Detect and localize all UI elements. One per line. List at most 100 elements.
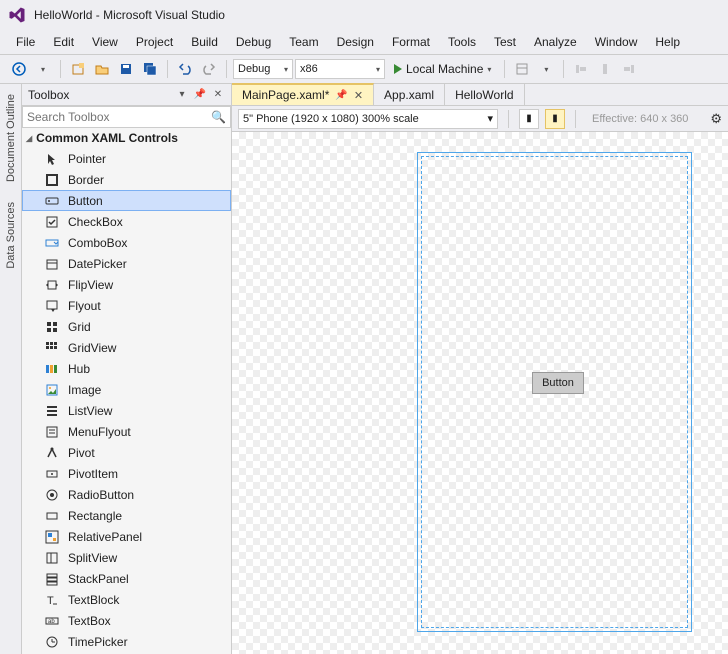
toolbox-item-listview[interactable]: ListView: [22, 400, 231, 421]
menu-format[interactable]: Format: [384, 32, 438, 52]
textblock-icon: T: [44, 592, 60, 608]
side-tab-data-sources[interactable]: Data Sources: [5, 198, 17, 273]
svg-text:T: T: [47, 595, 54, 607]
toolbox-category-label: Common XAML Controls: [36, 131, 178, 145]
save-button[interactable]: [115, 58, 137, 80]
run-button[interactable]: Local Machine ▾: [387, 58, 498, 80]
menu-test[interactable]: Test: [486, 32, 524, 52]
menu-analyze[interactable]: Analyze: [526, 32, 585, 52]
properties-button[interactable]: [511, 58, 533, 80]
toolbox-item-combobox[interactable]: ComboBox: [22, 232, 231, 253]
tab-label: MainPage.xaml*: [242, 88, 329, 102]
toolbox-item-timepicker[interactable]: TimePicker: [22, 631, 231, 652]
search-icon[interactable]: 🔍: [211, 110, 226, 124]
toolbox-item-radiobutton[interactable]: RadioButton: [22, 484, 231, 505]
nav-fwd-button[interactable]: ▾: [32, 58, 54, 80]
toolbox-item-rectangle[interactable]: Rectangle: [22, 505, 231, 526]
device-preview-combo[interactable]: 5" Phone (1920 x 1080) 300% scale ▾: [238, 109, 498, 129]
pin-icon[interactable]: 📌: [193, 88, 207, 102]
close-icon[interactable]: ✕: [354, 89, 363, 102]
align-left-button[interactable]: [570, 58, 592, 80]
toolbox-search-input[interactable]: [27, 110, 211, 124]
designer-area: MainPage.xaml* 📌 ✕ App.xaml HelloWorld 5…: [232, 84, 728, 654]
button-icon: [44, 193, 60, 209]
settings-gear-icon[interactable]: ⚙: [710, 111, 722, 127]
orientation-portrait-button[interactable]: ▮: [519, 109, 539, 129]
caret-icon[interactable]: ▾: [535, 58, 557, 80]
toolbox-item-pivotitem[interactable]: PivotItem: [22, 463, 231, 484]
menu-view[interactable]: View: [84, 32, 126, 52]
toolbox-item-button[interactable]: Button: [22, 190, 231, 211]
toolbox-item-label: ListView: [68, 404, 112, 418]
toolbox-item-label: Button: [68, 194, 103, 208]
toolbox-item-hub[interactable]: Hub: [22, 358, 231, 379]
expand-icon: ◢: [26, 134, 32, 143]
pin-icon[interactable]: 📌: [335, 90, 347, 101]
separator: [504, 60, 505, 78]
splitview-icon: [44, 550, 60, 566]
toolbox-item-border[interactable]: Border: [22, 169, 231, 190]
platform-combo-label: x86: [300, 63, 318, 75]
align-right-button[interactable]: [618, 58, 640, 80]
tab-helloworld[interactable]: HelloWorld: [445, 84, 524, 105]
save-all-button[interactable]: [139, 58, 161, 80]
toolbox-item-flipview[interactable]: FlipView: [22, 274, 231, 295]
toolbox-item-label: RelativePanel: [68, 530, 142, 544]
toolbox-item-relativepanel[interactable]: RelativePanel: [22, 526, 231, 547]
toolbox-item-label: Flyout: [68, 299, 101, 313]
toolbox-item-pointer[interactable]: Pointer: [22, 148, 231, 169]
menu-build[interactable]: Build: [183, 32, 226, 52]
separator: [226, 60, 227, 78]
toolbox-item-textblock[interactable]: T TextBlock: [22, 589, 231, 610]
vs-logo-icon: [8, 6, 26, 24]
toolbox-item-stackpanel[interactable]: StackPanel: [22, 568, 231, 589]
config-combo[interactable]: Debug▾: [233, 59, 293, 79]
toolbox-search[interactable]: 🔍: [22, 106, 231, 128]
gridview-icon: [44, 340, 60, 356]
side-tab-document-outline[interactable]: Document Outline: [5, 90, 17, 186]
orientation-landscape-button[interactable]: ▮: [545, 109, 565, 129]
menu-team[interactable]: Team: [281, 32, 326, 52]
toolbox-item-datepicker[interactable]: DatePicker: [22, 253, 231, 274]
toolbox-item-grid[interactable]: Grid: [22, 316, 231, 337]
design-canvas[interactable]: Button: [232, 132, 728, 654]
toolbox-item-label: FlipView: [68, 278, 113, 292]
textbox-icon: ab: [44, 613, 60, 629]
toolbox-item-splitview[interactable]: SplitView: [22, 547, 231, 568]
nav-back-button[interactable]: [8, 58, 30, 80]
align-center-button[interactable]: [594, 58, 616, 80]
menu-help[interactable]: Help: [647, 32, 688, 52]
image-icon: [44, 382, 60, 398]
new-project-button[interactable]: [67, 58, 89, 80]
undo-button[interactable]: [174, 58, 196, 80]
toolbox-item-menuflyout[interactable]: MenuFlyout: [22, 421, 231, 442]
toolbox-item-label: PivotItem: [68, 467, 118, 481]
platform-combo[interactable]: x86▾: [295, 59, 385, 79]
toolbox-item-pivot[interactable]: Pivot: [22, 442, 231, 463]
document-tabs: MainPage.xaml* 📌 ✕ App.xaml HelloWorld: [232, 84, 728, 106]
tab-appxaml[interactable]: App.xaml: [374, 84, 445, 105]
tab-mainpage[interactable]: MainPage.xaml* 📌 ✕: [232, 83, 374, 105]
title-bar: HelloWorld - Microsoft Visual Studio: [0, 0, 728, 30]
toolbox-item-image[interactable]: Image: [22, 379, 231, 400]
toolbox-item-gridview[interactable]: GridView: [22, 337, 231, 358]
close-icon[interactable]: ✕: [211, 88, 225, 102]
menu-tools[interactable]: Tools: [440, 32, 484, 52]
toolbox-item-checkbox[interactable]: CheckBox: [22, 211, 231, 232]
toolbox-item-label: TextBlock: [68, 593, 119, 607]
pivotitem-icon: [44, 466, 60, 482]
menu-design[interactable]: Design: [329, 32, 382, 52]
datepicker-icon: [44, 256, 60, 272]
menu-project[interactable]: Project: [128, 32, 181, 52]
panel-dropdown-icon[interactable]: ▾: [175, 88, 189, 102]
menu-window[interactable]: Window: [587, 32, 646, 52]
menu-debug[interactable]: Debug: [228, 32, 279, 52]
toolbox-item-textbox[interactable]: abTextBox: [22, 610, 231, 631]
toolbox-item-flyout[interactable]: Flyout: [22, 295, 231, 316]
menu-file[interactable]: File: [8, 32, 43, 52]
open-file-button[interactable]: [91, 58, 113, 80]
menu-edit[interactable]: Edit: [45, 32, 82, 52]
toolbox-category-header[interactable]: ◢ Common XAML Controls: [22, 128, 231, 148]
redo-button[interactable]: [198, 58, 220, 80]
designer-placed-button[interactable]: Button: [532, 372, 584, 394]
